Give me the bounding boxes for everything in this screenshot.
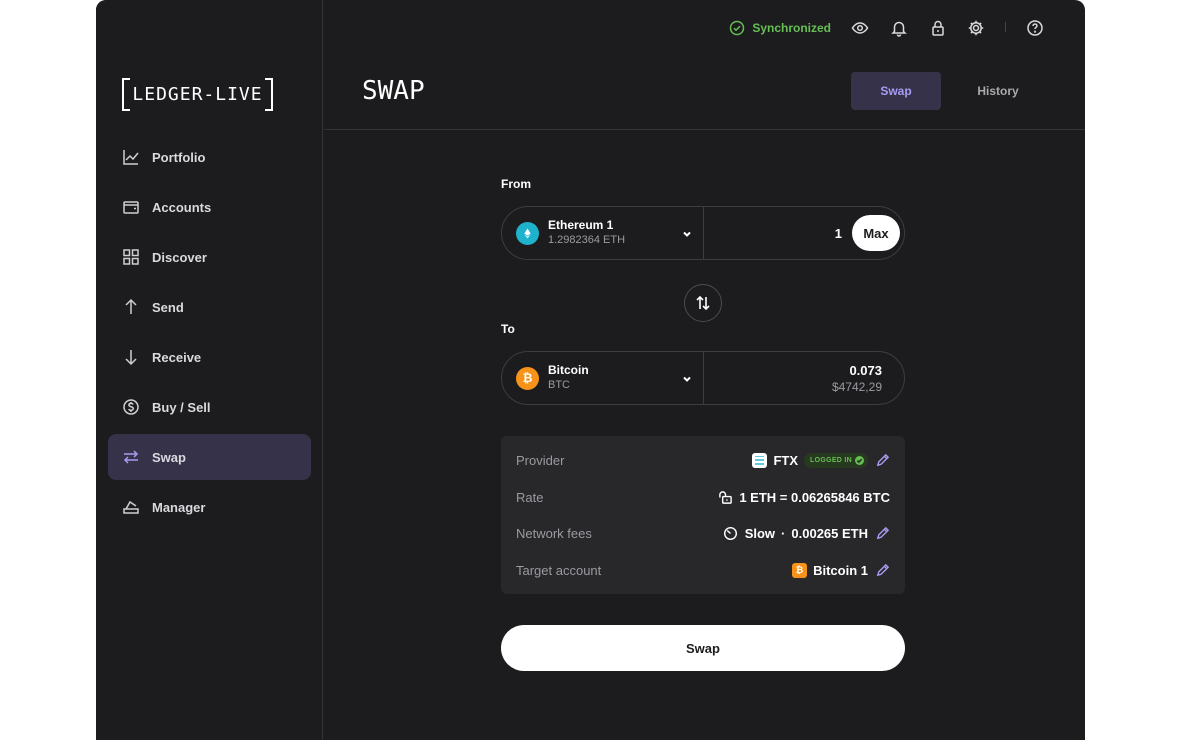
- target-account-name: Bitcoin 1: [813, 562, 868, 578]
- main-header: SWAP Swap History: [324, 56, 1085, 130]
- target-account-row: Target account ₿ Bitcoin 1: [516, 560, 890, 580]
- swap-summary: Provider FTX LOGGED IN Rate 1 ETH = 0.06…: [501, 436, 905, 594]
- to-account-name: Bitcoin: [548, 363, 589, 377]
- provider-row: Provider FTX LOGGED IN: [516, 450, 890, 470]
- rate-value: 1 ETH = 0.06265846 BTC: [717, 489, 890, 505]
- check-icon: [855, 455, 864, 465]
- swap-icon: [122, 448, 140, 466]
- bitcoin-icon: ₿: [792, 562, 808, 578]
- sidebar-item-manager[interactable]: Manager: [108, 484, 311, 530]
- sidebar-item-label: Discover: [152, 249, 207, 265]
- ledger-live-logo: LEDGER-LIVE: [122, 78, 273, 111]
- sync-status[interactable]: Synchronized: [729, 20, 831, 36]
- topbar: Synchronized: [324, 0, 1085, 56]
- lock-rate-icon: [717, 489, 733, 505]
- sidebar-item-receive[interactable]: Receive: [108, 334, 311, 380]
- chevron-down-icon: [681, 372, 693, 384]
- from-account-selector[interactable]: Ethereum 1 1.2982364 ETH: [502, 207, 704, 259]
- edit-fees-pencil-icon[interactable]: [874, 525, 890, 541]
- from-box: Ethereum 1 1.2982364 ETH Max: [501, 206, 905, 260]
- sidebar-item-send[interactable]: Send: [108, 284, 311, 330]
- to-account-selector[interactable]: ₿ Bitcoin BTC: [502, 352, 704, 404]
- sidebar-item-label: Portfolio: [152, 149, 206, 165]
- badge-label: LOGGED IN: [810, 456, 852, 464]
- sidebar-item-label: Buy / Sell: [152, 399, 211, 415]
- sidebar-item-label: Manager: [152, 499, 206, 515]
- logo-text: LEDGER-LIVE: [132, 84, 263, 105]
- grid-icon: [122, 248, 140, 266]
- logged-in-badge: LOGGED IN: [804, 452, 868, 468]
- target-account-label: Target account: [516, 562, 602, 578]
- sidebar-item-label: Send: [152, 299, 184, 315]
- to-amount: 0.073: [849, 362, 882, 378]
- bell-icon[interactable]: [889, 18, 909, 38]
- chevron-down-icon: [681, 227, 693, 239]
- fees-amount: 0.00265 ETH: [791, 525, 868, 541]
- reverse-swap-button[interactable]: [684, 284, 722, 322]
- to-account-ticker: BTC: [548, 379, 570, 391]
- target-account-value: ₿ Bitcoin 1: [792, 562, 890, 578]
- arrow-up-icon: [122, 298, 140, 316]
- to-fiat-value: $4742,29: [831, 379, 882, 394]
- eye-icon[interactable]: [850, 18, 870, 38]
- speedometer-icon: [723, 525, 739, 541]
- sidebar-item-accounts[interactable]: Accounts: [108, 184, 311, 230]
- app-window: LEDGER-LIVE Portfolio Accounts Discover …: [96, 0, 1085, 740]
- sidebar: LEDGER-LIVE Portfolio Accounts Discover …: [96, 0, 323, 740]
- chart-icon: [122, 148, 140, 166]
- from-account-info: Ethereum 1 1.2982364 ETH: [548, 218, 625, 248]
- check-circle-icon: [730, 20, 745, 36]
- from-amount-area: Max: [704, 207, 904, 259]
- sidebar-item-label: Receive: [152, 349, 202, 365]
- edit-provider-pencil-icon[interactable]: [874, 452, 890, 468]
- swap-submit-button[interactable]: Swap: [501, 625, 905, 671]
- from-amount-input[interactable]: [722, 225, 842, 241]
- provider-label: Provider: [516, 452, 565, 468]
- sync-status-label: Synchronized: [752, 21, 831, 35]
- dollar-icon: [122, 398, 140, 416]
- to-account-info: Bitcoin BTC: [548, 363, 589, 393]
- ftx-logo-icon: [752, 452, 768, 468]
- help-icon[interactable]: [1025, 18, 1045, 38]
- provider-value: FTX LOGGED IN: [752, 452, 890, 468]
- sidebar-item-label: Swap: [152, 449, 186, 465]
- tab-history[interactable]: History: [953, 72, 1043, 110]
- logo-bracket-left: [122, 78, 130, 111]
- swap-vertical-icon: [696, 295, 710, 311]
- bitcoin-icon: ₿: [516, 366, 539, 390]
- rate-text: 1 ETH = 0.06265846 BTC: [739, 489, 890, 505]
- ethereum-icon: [516, 221, 539, 245]
- to-amount-area: 0.073 $4742,29: [704, 352, 904, 404]
- sidebar-item-discover[interactable]: Discover: [108, 234, 311, 280]
- from-account-name: Ethereum 1: [548, 218, 614, 232]
- arrow-down-icon: [122, 348, 140, 366]
- page-title: SWAP: [362, 76, 425, 106]
- sidebar-item-swap[interactable]: Swap: [108, 434, 311, 480]
- to-label: To: [501, 322, 515, 336]
- sidebar-nav: Portfolio Accounts Discover Send Receive…: [108, 134, 311, 534]
- provider-name: FTX: [773, 452, 799, 468]
- rate-label: Rate: [516, 489, 544, 505]
- gear-icon[interactable]: [966, 18, 986, 38]
- sidebar-item-buy-sell[interactable]: Buy / Sell: [108, 384, 311, 430]
- sidebar-item-portfolio[interactable]: Portfolio: [108, 134, 311, 180]
- from-label: From: [501, 177, 531, 191]
- rate-row: Rate 1 ETH = 0.06265846 BTC: [516, 487, 890, 507]
- sidebar-item-label: Accounts: [152, 199, 212, 215]
- topbar-separator: [1005, 22, 1006, 32]
- logo-bracket-right: [265, 78, 273, 111]
- fees-separator: ·: [781, 525, 786, 541]
- max-button[interactable]: Max: [852, 215, 900, 251]
- fees-value: Slow · 0.00265 ETH: [723, 525, 890, 541]
- lock-icon[interactable]: [928, 18, 948, 38]
- fees-label: Network fees: [516, 525, 592, 541]
- fees-speed: Slow: [744, 525, 776, 541]
- to-box: ₿ Bitcoin BTC 0.073 $4742,29: [501, 351, 905, 405]
- edit-target-pencil-icon[interactable]: [874, 562, 890, 578]
- fees-row: Network fees Slow · 0.00265 ETH: [516, 523, 890, 543]
- wallet-icon: [122, 198, 140, 216]
- manager-icon: [122, 498, 140, 516]
- from-account-balance: 1.2982364 ETH: [548, 234, 626, 246]
- tab-swap[interactable]: Swap: [851, 72, 941, 110]
